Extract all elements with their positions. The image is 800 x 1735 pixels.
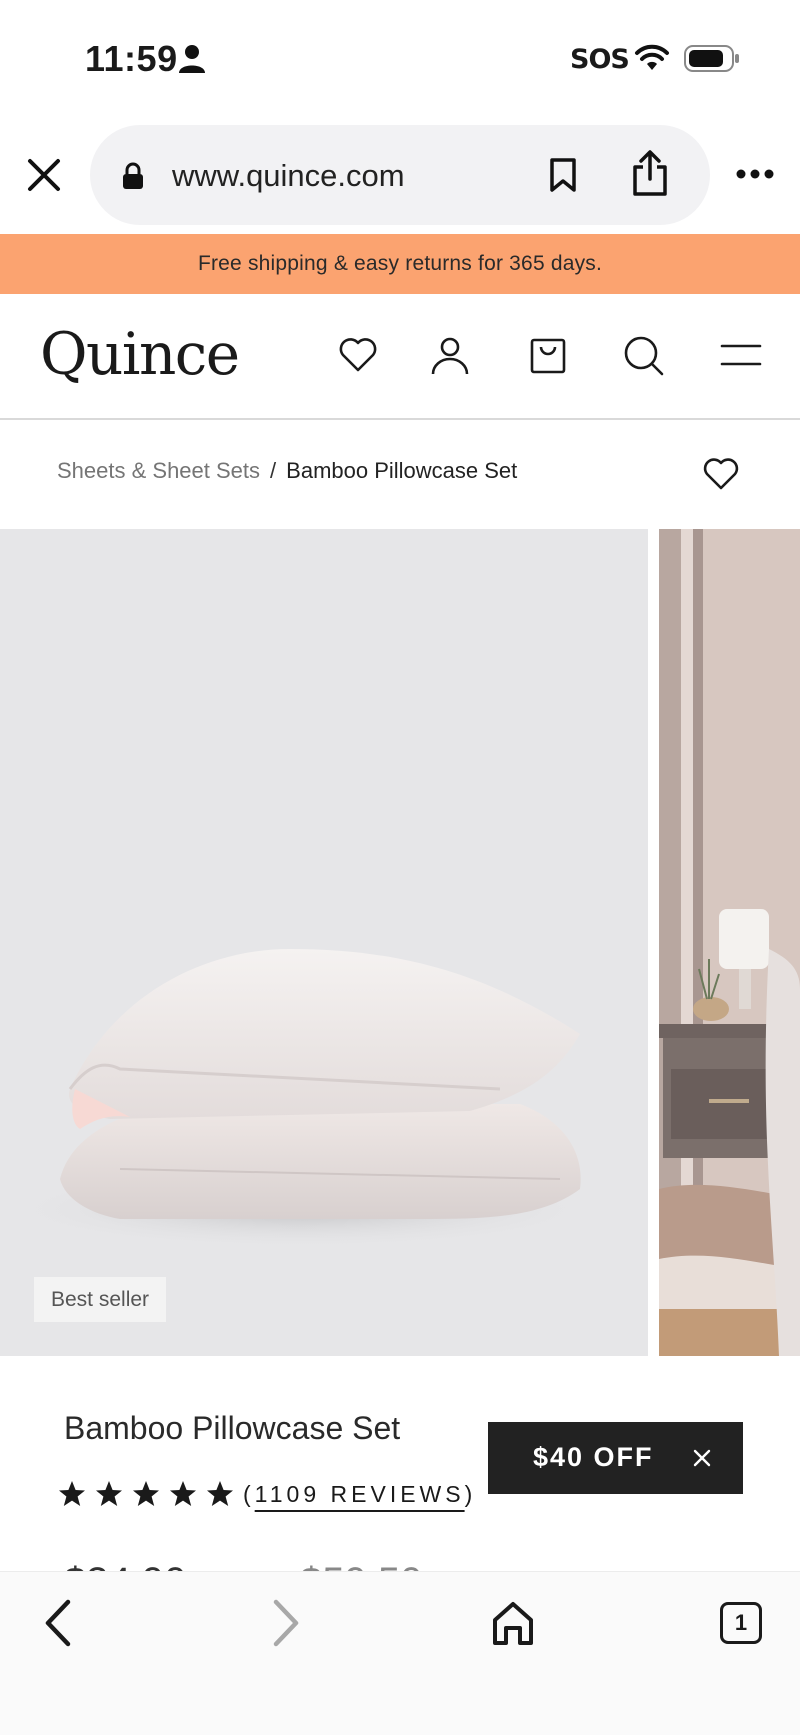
star-icon xyxy=(170,1481,196,1506)
person-icon xyxy=(179,45,205,73)
address-bar[interactable]: www.quince.com xyxy=(90,125,710,225)
close-icon[interactable] xyxy=(24,155,64,195)
site-header: Quince xyxy=(0,294,800,420)
reviews-link[interactable]: (1109 REVIEWS) xyxy=(243,1481,476,1508)
star-icon xyxy=(96,1481,122,1506)
star-icon xyxy=(59,1481,85,1506)
share-icon[interactable] xyxy=(630,149,670,197)
product-title: Bamboo Pillowcase Set xyxy=(64,1410,401,1446)
close-icon[interactable] xyxy=(692,1448,712,1468)
tab-count: 1 xyxy=(734,1610,748,1635)
forward-icon[interactable] xyxy=(262,1598,308,1648)
lock-icon xyxy=(123,162,143,189)
bedroom-scene-image xyxy=(659,529,800,1356)
shopping-bag-icon[interactable] xyxy=(527,334,569,376)
search-icon[interactable] xyxy=(622,334,664,376)
favorite-heart-icon[interactable] xyxy=(702,456,740,492)
promo-text: Free shipping & easy returns for 365 day… xyxy=(197,252,603,275)
reviews-count[interactable]: 1109 REVIEWS xyxy=(255,1481,465,1507)
star-icon xyxy=(133,1481,159,1506)
tabs-button[interactable]: 1 xyxy=(720,1602,762,1644)
breadcrumb: Sheets & Sheet Sets / Bamboo Pillowcase … xyxy=(57,458,517,484)
breadcrumb-link-sheets[interactable]: Sheets & Sheet Sets xyxy=(57,458,260,484)
status-time: 11:59 xyxy=(85,38,178,79)
browser-toolbar: www.quince.com xyxy=(0,115,800,235)
product-gallery[interactable]: Best seller xyxy=(0,529,800,1356)
breadcrumb-separator: / xyxy=(270,458,277,483)
discount-label[interactable]: $40 OFF xyxy=(533,1442,654,1473)
site-logo[interactable]: Quince xyxy=(40,320,240,388)
discount-chip[interactable]: $40 OFF xyxy=(488,1422,743,1494)
product-image-main[interactable]: Best seller xyxy=(0,529,648,1356)
back-icon[interactable] xyxy=(36,1598,82,1648)
star-icon xyxy=(207,1481,233,1506)
browser-bottom-toolbar: 1 xyxy=(0,1571,800,1735)
status-bar: 11:59 SOS xyxy=(0,0,800,115)
wishlist-heart-icon[interactable] xyxy=(337,334,379,376)
pillows-illustration xyxy=(0,949,600,1249)
reviews-paren-open: ( xyxy=(243,1480,255,1507)
carrier-status: SOS xyxy=(570,44,630,75)
wifi-icon xyxy=(635,44,669,70)
battery-icon xyxy=(684,45,739,72)
bookmark-icon[interactable] xyxy=(548,157,578,193)
promo-banner: Free shipping & easy returns for 365 day… xyxy=(0,234,800,294)
breadcrumb-current: Bamboo Pillowcase Set xyxy=(286,458,518,483)
home-icon[interactable] xyxy=(490,1598,536,1648)
product-image-next[interactable] xyxy=(659,529,800,1356)
product-rating[interactable]: (1109 REVIEWS) xyxy=(58,1480,476,1508)
more-options-icon[interactable] xyxy=(735,167,775,181)
menu-icon[interactable] xyxy=(720,334,762,376)
account-icon[interactable] xyxy=(429,334,471,376)
url-text[interactable]: www.quince.com xyxy=(172,158,405,194)
reviews-paren-close: ) xyxy=(464,1480,477,1507)
best-seller-badge: Best seller xyxy=(34,1277,167,1322)
